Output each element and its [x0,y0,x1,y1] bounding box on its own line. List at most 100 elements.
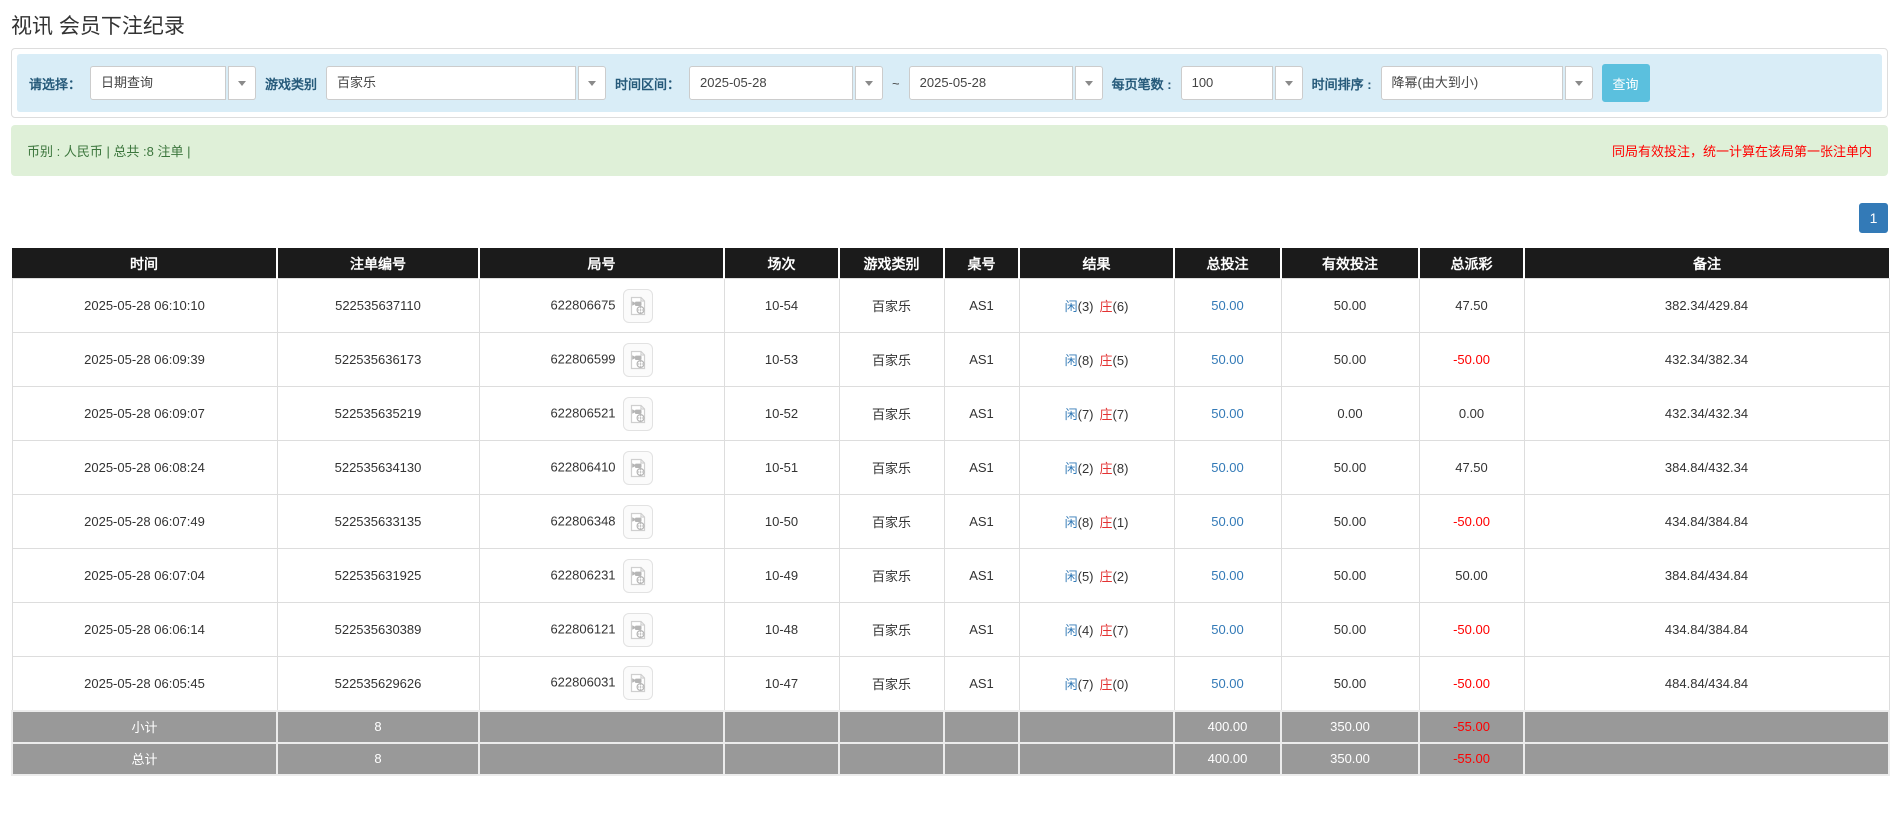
betting-records-table: 时间 注单编号 局号 场次 游戏类别 桌号 结果 总投注 有效投注 总派彩 备注 2025-05-2… [11,248,1890,776]
summary-note-text: 同局有效投注，统一计算在该局第一张注单内 [1611,144,1872,159]
chevron-down-icon[interactable] [855,66,884,100]
cell-note: 432.34/432.34 [1523,386,1890,441]
cell-time: 2025-05-28 06:06:14 [11,602,278,657]
cell-round-id: 622806348 [478,494,725,549]
cell-result: 闲(4) 庄(7) [1018,602,1175,657]
total-count: 8 [276,741,480,776]
column-header: 总派彩 [1419,248,1525,279]
cell-session: 10-53 [723,332,840,387]
cell-result: 闲(8) 庄(5) [1018,332,1175,387]
result-player-label: 闲 [1064,515,1078,530]
cell-bet-id: 522535635219 [276,386,480,441]
video-replay-button[interactable] [622,342,653,377]
cell-session: 10-48 [723,602,840,657]
page-size-value: 100 [1180,66,1273,100]
chevron-down-icon[interactable] [1564,66,1593,100]
result-player-label: 闲 [1064,569,1078,584]
cell-result: 闲(7) 庄(0) [1018,656,1175,711]
video-replay-button[interactable] [622,612,653,647]
cell-bet-id: 522535637110 [276,278,480,333]
column-header: 游戏类别 [839,248,945,279]
result-player-label: 闲 [1064,353,1078,368]
search-button[interactable]: 查询 [1601,64,1650,102]
cell-game-category: 百家乐 [838,386,945,441]
cell-bet-id: 522535634130 [276,440,480,495]
video-replay-button[interactable] [622,558,653,593]
total-bet-link[interactable]: 50.00 [1211,352,1244,367]
cell-valid-bet: 50.00 [1280,332,1420,387]
cell-table-no: AS1 [943,548,1020,603]
round-id: 622806410 [550,458,616,474]
game-category-dropdown[interactable]: 百家乐 [326,66,607,100]
table-row: 2025-05-28 06:05:45 522535629626 6228060… [11,656,1890,711]
chevron-down-icon[interactable] [228,66,257,100]
date-from-picker[interactable]: 2025-05-28 [689,66,884,100]
cell-result: 闲(5) 庄(2) [1018,548,1175,603]
page-size-label: 每页笔数 : [1111,76,1172,92]
total-bet-link[interactable]: 50.00 [1211,676,1244,691]
cell-total-bet: 50.00 [1173,656,1282,711]
cell-note: 484.84/434.84 [1523,656,1890,711]
page-size-dropdown[interactable]: 100 [1180,66,1303,100]
round-id: 622806031 [550,674,616,690]
total-bet-link[interactable]: 50.00 [1211,406,1244,421]
round-id: 622806348 [550,512,616,528]
result-banker-label: 庄 [1099,299,1113,314]
video-icon [630,296,645,315]
result-banker-label: 庄 [1099,353,1113,368]
cell-time: 2025-05-28 06:07:49 [11,494,278,549]
time-sort-value: 降幂(由大到小) [1380,66,1563,100]
page-1-button[interactable]: 1 [1859,203,1888,233]
result-banker-label: 庄 [1099,569,1113,584]
date-to-value: 2025-05-28 [908,66,1073,100]
cell-total-bet: 50.00 [1173,602,1282,657]
cell-payout: -50.00 [1418,494,1525,549]
total-bet-link[interactable]: 50.00 [1211,460,1244,475]
cell-note: 434.84/384.84 [1523,602,1890,657]
total-bet-link[interactable]: 50.00 [1211,622,1244,637]
subtotal-valid-bet: 350.00 [1280,709,1420,744]
total-bet-link[interactable]: 50.00 [1211,514,1244,529]
column-header: 注单编号 [277,248,480,279]
total-bet-link[interactable]: 50.00 [1211,298,1244,313]
cell-payout: 0.00 [1418,386,1525,441]
filter-panel: 请选择： 日期查询 游戏类别 百家乐 时间区间： 2025-05-28 ~ 20… [11,48,1888,118]
video-replay-button[interactable] [622,450,653,485]
result-player-label: 闲 [1064,407,1078,422]
cell-valid-bet: 50.00 [1280,548,1420,603]
chevron-down-icon[interactable] [578,66,607,100]
select-type-dropdown[interactable]: 日期查询 [90,66,257,100]
cell-valid-bet: 50.00 [1280,494,1420,549]
video-replay-button[interactable] [622,396,653,431]
date-to-picker[interactable]: 2025-05-28 [908,66,1103,100]
range-separator: ~ [892,75,900,91]
column-header: 局号 [479,248,725,279]
chevron-down-icon[interactable] [1074,66,1103,100]
column-header: 桌号 [944,248,1020,279]
video-replay-button[interactable] [622,504,653,539]
time-sort-dropdown[interactable]: 降幂(由大到小) [1380,66,1593,100]
summary-left-text: 币别 : 人民币 | 总共 :8 注单 | [27,144,191,159]
cell-round-id: 622806121 [478,602,725,657]
chevron-down-icon[interactable] [1274,66,1303,100]
video-replay-button[interactable] [622,288,653,323]
total-label: 总计 [11,741,278,776]
table-row: 2025-05-28 06:10:10 522535637110 6228066… [11,278,1890,333]
round-id: 622806121 [550,620,616,636]
cell-total-bet: 50.00 [1173,494,1282,549]
game-category-value: 百家乐 [326,66,577,100]
cell-time: 2025-05-28 06:05:45 [11,656,278,711]
time-range-label: 时间区间： [615,76,681,92]
total-bet-link[interactable]: 50.00 [1211,568,1244,583]
cell-payout: -50.00 [1418,602,1525,657]
column-header: 备注 [1524,248,1889,279]
result-banker-label: 庄 [1099,515,1113,530]
cell-session: 10-54 [723,278,840,333]
column-header: 场次 [724,248,840,279]
cell-round-id: 622806410 [478,440,725,495]
cell-valid-bet: 50.00 [1280,656,1420,711]
video-replay-button[interactable] [622,666,653,701]
round-id: 622806599 [550,350,616,366]
summary-bar: 币别 : 人民币 | 总共 :8 注单 | 同局有效投注，统一计算在该局第一张注… [11,125,1888,176]
result-banker-label: 庄 [1099,407,1113,422]
